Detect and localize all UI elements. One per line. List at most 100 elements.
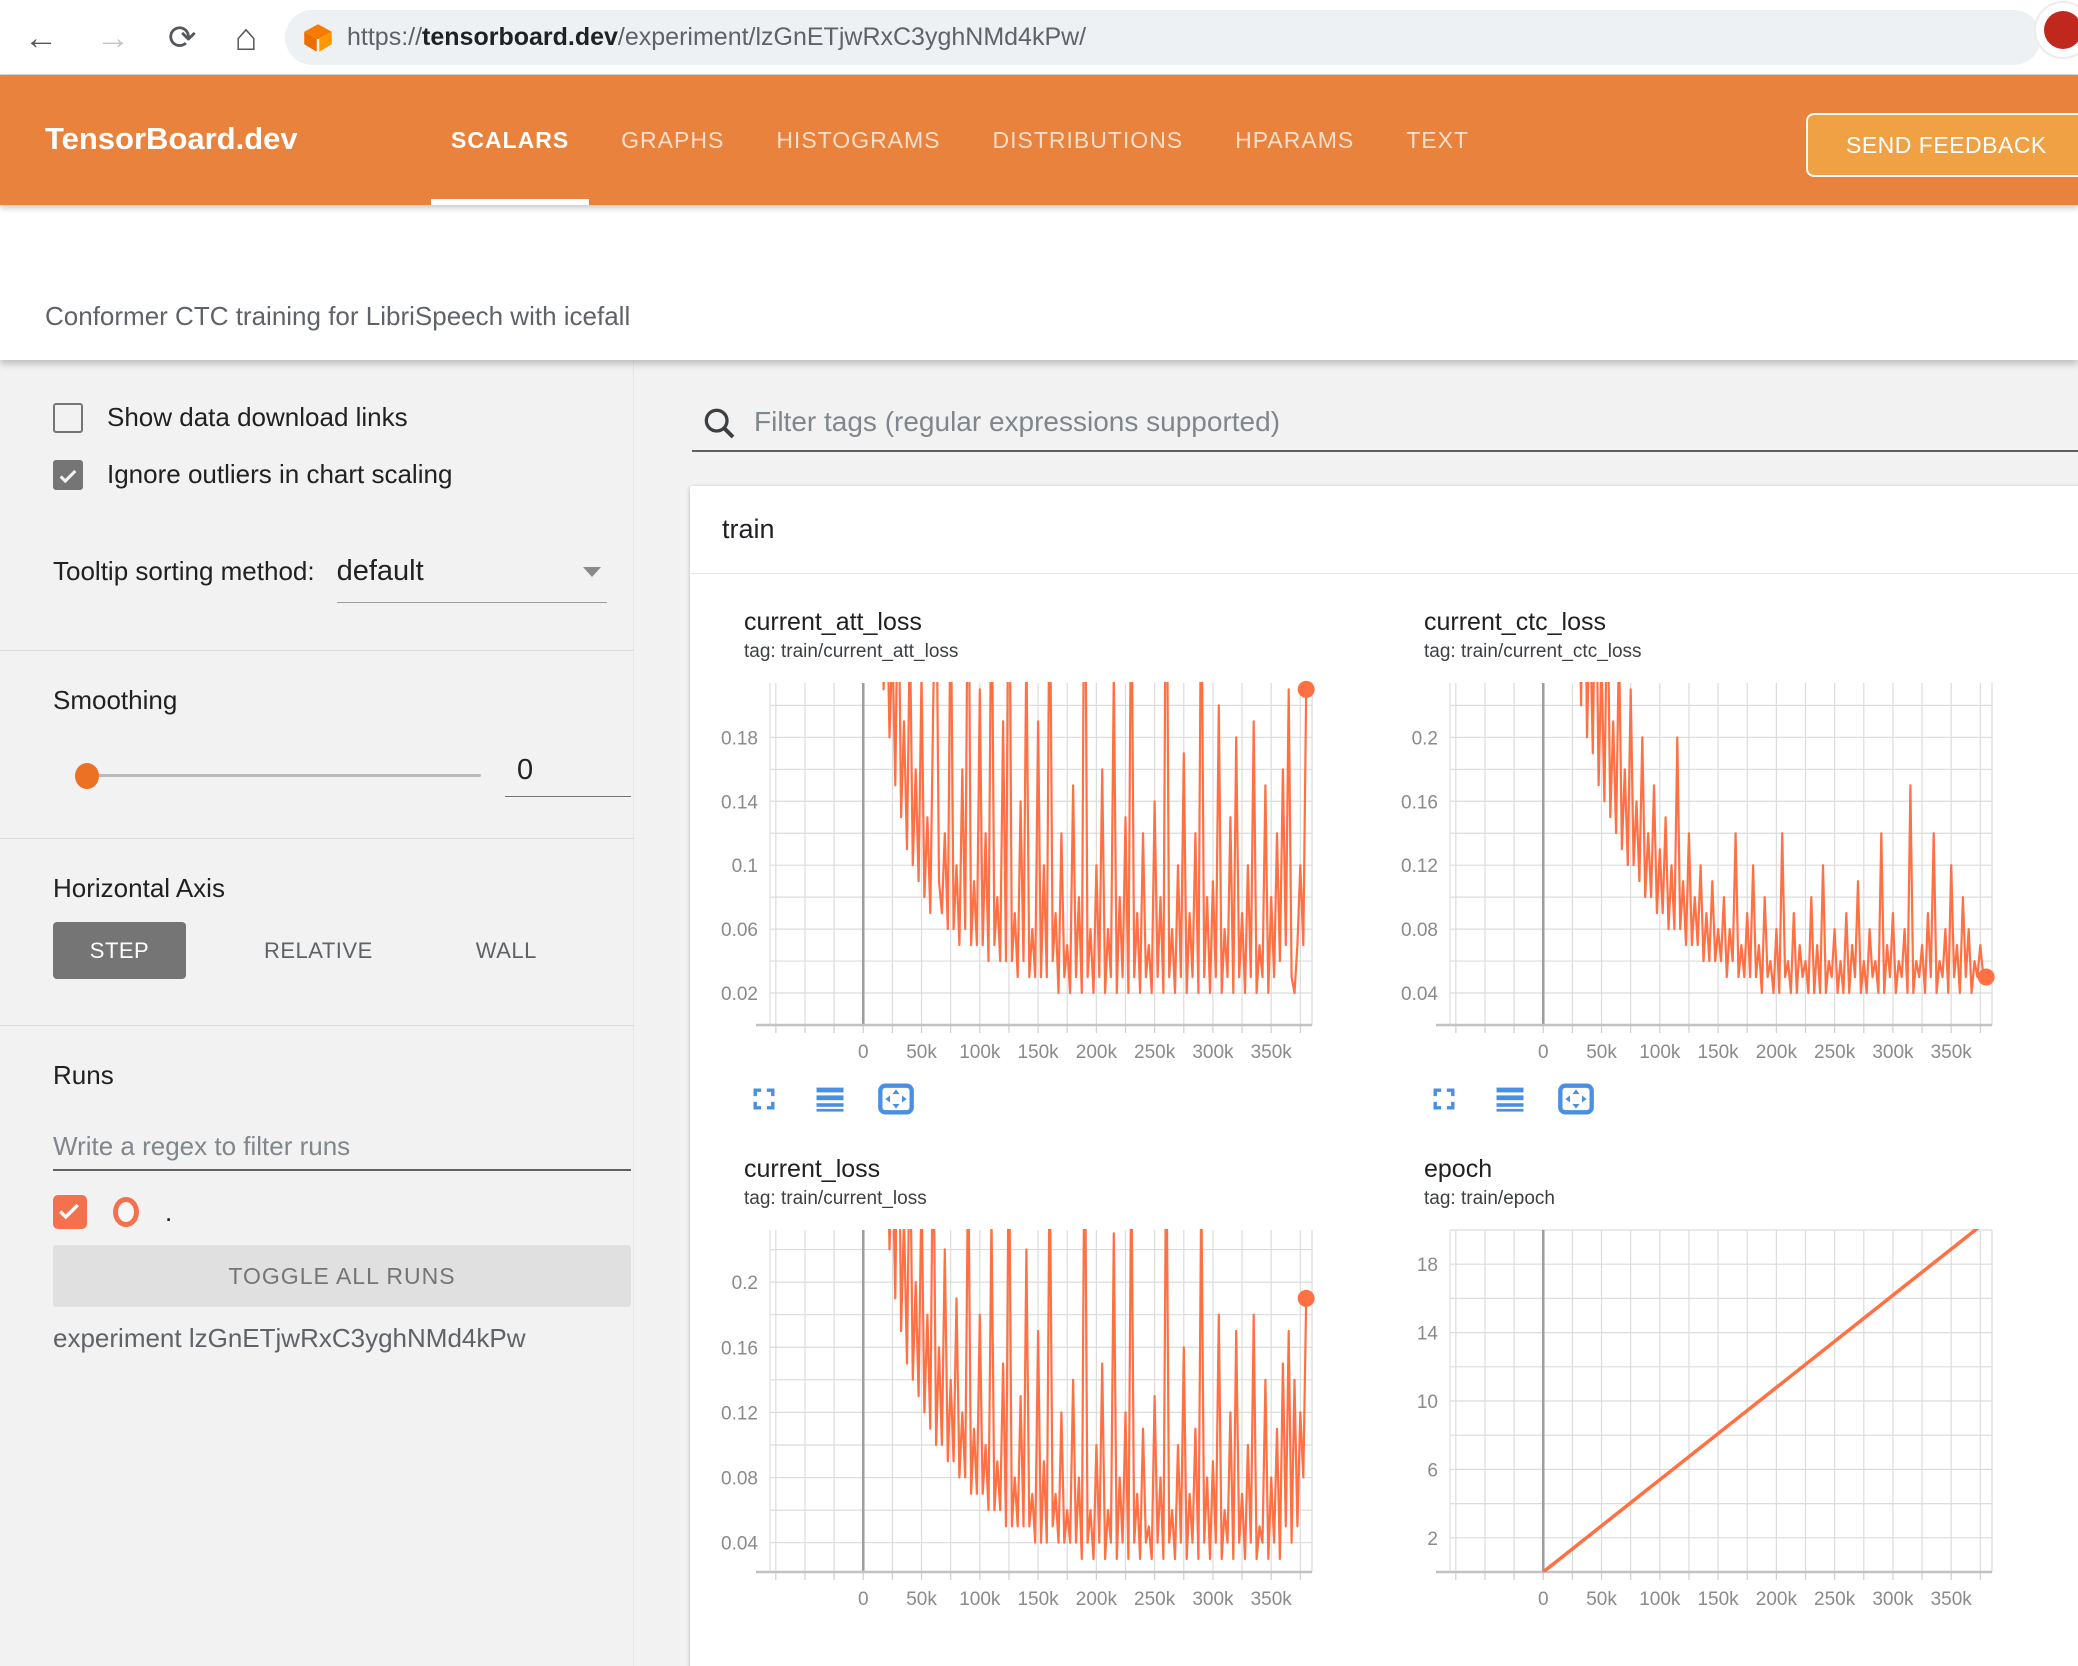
filter-tags-input[interactable]: [754, 400, 2078, 444]
run-checkbox-checked-icon[interactable]: [53, 1195, 87, 1229]
nav-tabs: SCALARS GRAPHS HISTOGRAMS DISTRIBUTIONS …: [425, 75, 1495, 205]
chart-plot[interactable]: 0 50k 100k 150k 200k 250k 300k 350k 0.04 0.08 0.12…: [1380, 677, 2000, 1069]
tab-hparams[interactable]: HPARAMS: [1209, 75, 1380, 205]
svg-text:100k: 100k: [959, 1042, 1001, 1063]
ignore-outliers-checkbox-row[interactable]: Ignore outliers in chart scaling: [53, 459, 452, 490]
toggle-all-runs-button[interactable]: TOGGLE ALL RUNS: [53, 1245, 631, 1307]
runs-filter-field[interactable]: [53, 1123, 631, 1171]
tab-graphs[interactable]: GRAPHS: [595, 75, 750, 205]
url-text: https://tensorboard.dev/experiment/lzGnE…: [347, 23, 1087, 51]
svg-text:150k: 150k: [1697, 1042, 1739, 1063]
chart-toolbar: [1424, 1079, 2060, 1119]
tab-text[interactable]: TEXT: [1380, 75, 1495, 205]
checkbox-checked-icon[interactable]: [53, 459, 83, 490]
slider-track[interactable]: [85, 774, 481, 777]
svg-text:300k: 300k: [1872, 1589, 1914, 1610]
svg-text:0.08: 0.08: [1401, 920, 1438, 941]
search-icon: [704, 408, 735, 439]
smoothing-slider: [0, 745, 634, 805]
divider: [0, 650, 634, 651]
chart-title: epoch: [1424, 1155, 1493, 1183]
svg-text:250k: 250k: [1814, 1589, 1856, 1610]
tab-distributions[interactable]: DISTRIBUTIONS: [967, 75, 1210, 205]
charts-grid: current_att_loss tag: train/current_att_…: [690, 574, 2078, 1616]
svg-text:150k: 150k: [1017, 1589, 1059, 1610]
svg-text:0.2: 0.2: [732, 1273, 758, 1294]
svg-text:0.02: 0.02: [721, 984, 758, 1005]
svg-text:0.08: 0.08: [721, 1469, 758, 1490]
show-download-links-checkbox-row[interactable]: Show data download links: [53, 402, 408, 433]
svg-text:50k: 50k: [906, 1042, 937, 1063]
divider: [0, 1025, 634, 1026]
svg-text:250k: 250k: [1134, 1589, 1176, 1610]
axis-option-relative[interactable]: RELATIVE: [264, 938, 373, 964]
content-area: Show data download links Ignore outliers…: [0, 360, 2078, 1666]
browser-toolbar: ← → ⟳ ⌂ https://tensorboard.dev/experime…: [0, 0, 2078, 75]
chart-plot[interactable]: 0 50k 100k 150k 200k 250k 300k 350k 0.02 0.06 0.1 0…: [700, 677, 1320, 1069]
app-header: TensorBoard.dev SCALARS GRAPHS HISTOGRAM…: [0, 75, 2078, 205]
chart-toolbar: [744, 1079, 1380, 1119]
fit-domain-pan-icon[interactable]: [876, 1079, 916, 1119]
svg-text:50k: 50k: [906, 1589, 937, 1610]
chart-card-epoch: epoch tag: train/epoch 0 50k 100k 150k 200k 2…: [1380, 1155, 2060, 1616]
main-panel: train current_att_loss tag: train/curren…: [634, 360, 2078, 1666]
svg-text:350k: 350k: [1251, 1589, 1293, 1610]
divider: [0, 838, 634, 839]
tab-histograms[interactable]: HISTOGRAMS: [750, 75, 966, 205]
send-feedback-button[interactable]: SEND FEEDBACK: [1806, 113, 2078, 177]
back-icon[interactable]: ←: [24, 21, 58, 55]
chart-title: current_att_loss: [744, 608, 922, 636]
filter-underline: [692, 450, 2078, 452]
chart-tag: tag: train/current_loss: [744, 1188, 927, 1209]
reload-icon[interactable]: ⟳: [168, 21, 197, 55]
chart-plot[interactable]: 0 50k 100k 150k 200k 250k 300k 350k 2 6 10 14 18: [1380, 1224, 2000, 1616]
axis-option-wall[interactable]: WALL: [476, 938, 537, 964]
svg-text:10: 10: [1417, 1392, 1438, 1413]
chart-plot[interactable]: 0 50k 100k 150k 200k 250k 300k 350k 0.04 0.08 0.12…: [700, 1224, 1320, 1616]
log-scale-lines-icon[interactable]: [1490, 1079, 1530, 1119]
chart-tag: tag: train/current_ctc_loss: [1424, 641, 1642, 662]
expand-chart-icon[interactable]: [1424, 1079, 1464, 1119]
svg-text:0.04: 0.04: [721, 1534, 758, 1555]
tag-group-header[interactable]: train: [690, 486, 2078, 574]
run-name: .: [165, 1196, 173, 1227]
svg-text:50k: 50k: [1586, 1589, 1617, 1610]
runs-heading: Runs: [53, 1060, 114, 1090]
chart-card-current-att-loss: current_att_loss tag: train/current_att_…: [700, 608, 1380, 1119]
fit-domain-pan-icon[interactable]: [1556, 1079, 1596, 1119]
svg-text:350k: 350k: [1931, 1042, 1973, 1063]
tab-scalars[interactable]: SCALARS: [425, 75, 595, 205]
svg-text:100k: 100k: [1639, 1042, 1681, 1063]
axis-option-step[interactable]: STEP: [53, 922, 186, 979]
svg-text:200k: 200k: [1756, 1589, 1798, 1610]
experiment-id-text: experiment lzGnETjwRxC3yghNMd4kPw: [53, 1323, 526, 1353]
runs-filter-input[interactable]: [53, 1123, 631, 1169]
experiment-bar: Conformer CTC training for LibriSpeech w…: [0, 205, 2078, 360]
svg-text:150k: 150k: [1697, 1589, 1739, 1610]
run-color-swatch: [113, 1197, 139, 1227]
horizontal-axis-options: STEP RELATIVE WALL: [53, 922, 537, 979]
chart-title: current_ctc_loss: [1424, 608, 1607, 636]
smoothing-value-input[interactable]: [505, 745, 631, 796]
svg-text:350k: 350k: [1931, 1589, 1973, 1610]
svg-text:0.12: 0.12: [721, 1403, 758, 1424]
address-bar[interactable]: https://tensorboard.dev/experiment/lzGnE…: [285, 10, 2041, 65]
tag-group-card: train current_att_loss tag: train/curren…: [690, 486, 2078, 1666]
home-icon[interactable]: ⌂: [235, 19, 258, 57]
svg-text:0.12: 0.12: [1401, 856, 1438, 877]
filter-tags-field[interactable]: [692, 400, 2078, 452]
svg-text:200k: 200k: [1076, 1589, 1118, 1610]
expand-chart-icon[interactable]: [744, 1079, 784, 1119]
forward-icon[interactable]: →: [96, 21, 130, 55]
experiment-title: Conformer CTC training for LibriSpeech w…: [45, 301, 631, 331]
profile-avatar[interactable]: [2034, 1, 2078, 59]
smoothing-value-field[interactable]: [505, 745, 631, 797]
avatar-badge: [2044, 11, 2078, 49]
checkbox-unchecked-icon[interactable]: [53, 402, 83, 433]
svg-text:0.04: 0.04: [1401, 984, 1438, 1005]
svg-text:0: 0: [858, 1589, 869, 1610]
tooltip-sorting-dropdown[interactable]: default: [336, 555, 607, 603]
slider-thumb[interactable]: [75, 763, 99, 789]
svg-text:250k: 250k: [1134, 1042, 1176, 1063]
log-scale-lines-icon[interactable]: [810, 1079, 850, 1119]
